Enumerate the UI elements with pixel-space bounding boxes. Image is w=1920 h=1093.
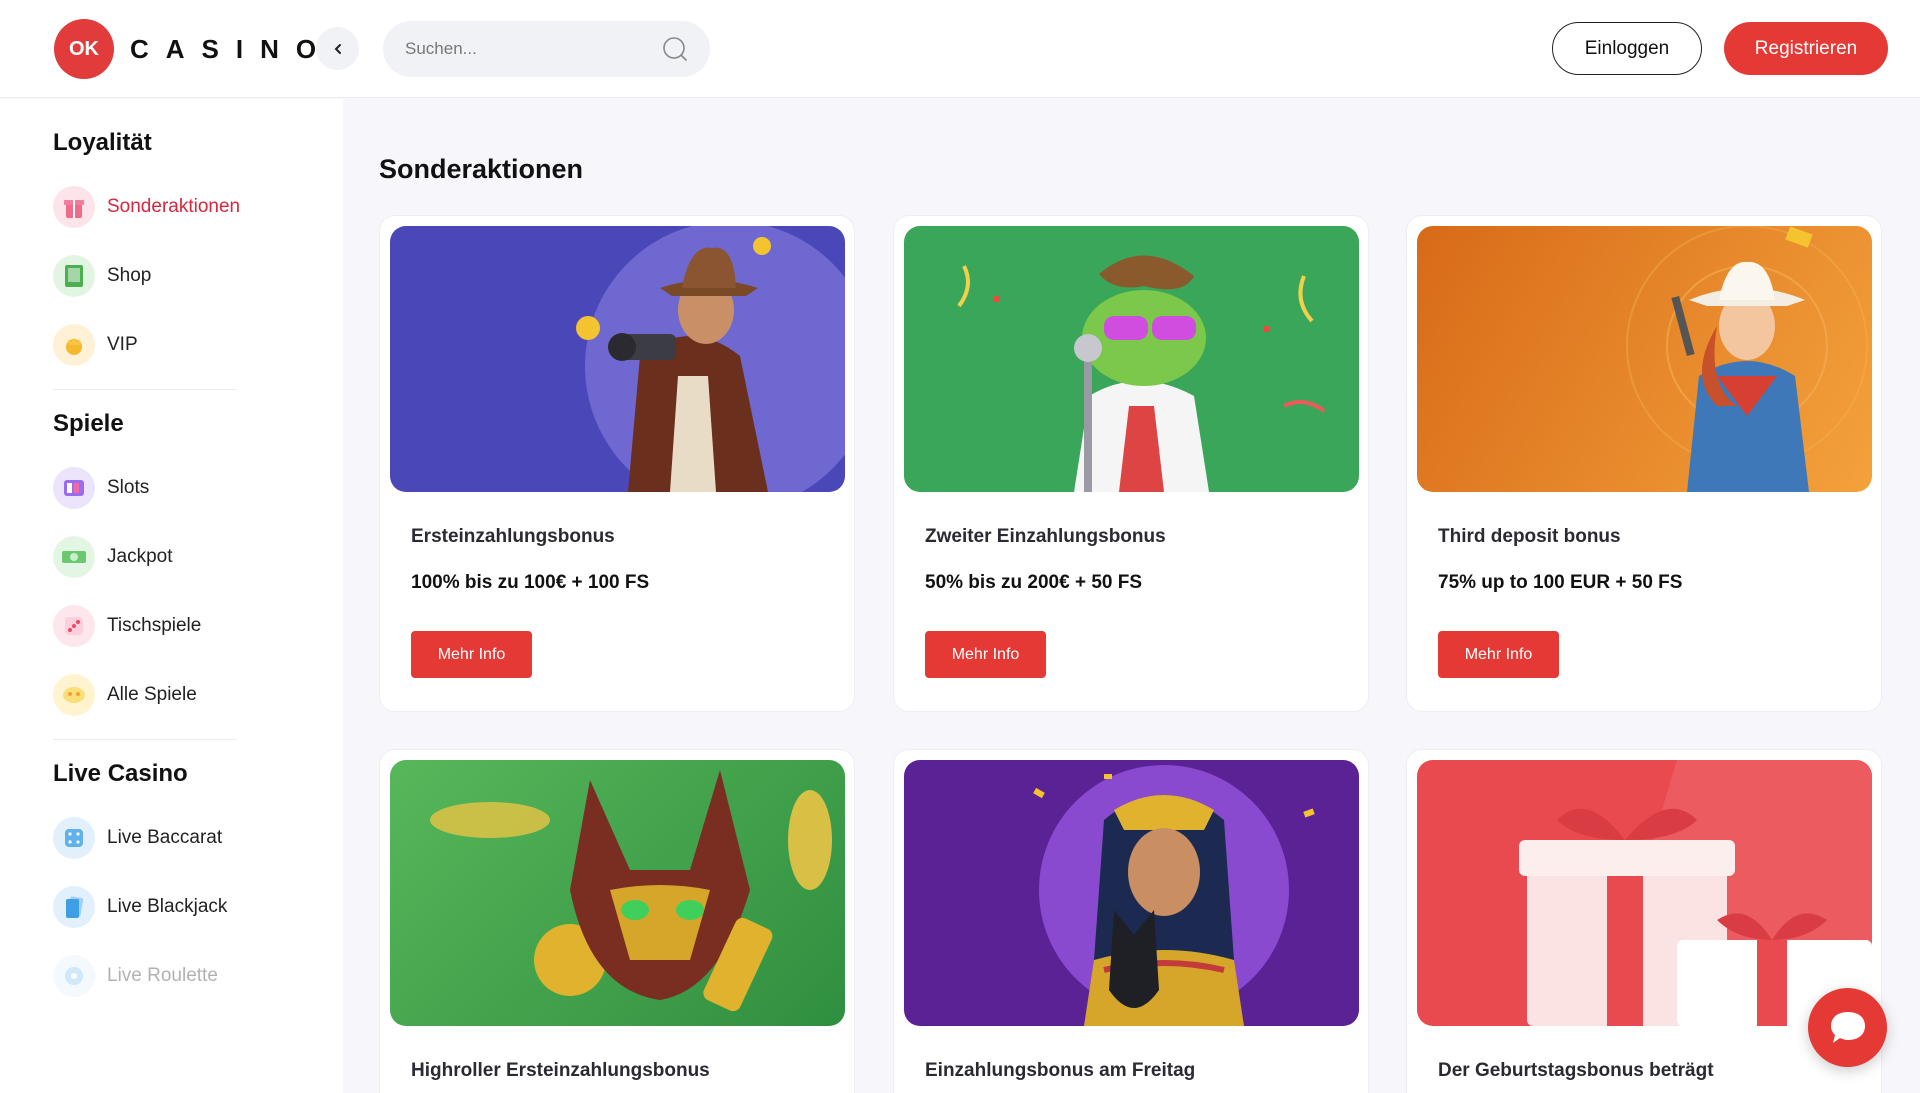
sidebar-item-shop[interactable]: Shop — [53, 254, 151, 298]
promo-image-frog[interactable] — [904, 226, 1359, 492]
roulette-icon — [53, 955, 95, 997]
sidebar-item-label: VIP — [107, 334, 138, 355]
chat-bubble-icon — [1830, 1011, 1865, 1043]
more-info-button[interactable]: Mehr Info — [925, 631, 1046, 678]
sidebar: Loyalität Sonderaktionen Shop VIP Spiele… — [0, 99, 343, 1093]
promo-image-gift-boxes[interactable] — [1417, 760, 1872, 1026]
promo-offer: 50% bis zu 200€ + 50 FS — [925, 572, 1143, 593]
promo-card: Zweiter Einzahlungsbonus 50% bis zu 200€… — [893, 215, 1369, 712]
gift-icon — [53, 186, 95, 228]
register-button[interactable]: Registrieren — [1724, 22, 1888, 75]
dice-icon — [53, 605, 95, 647]
sidebar-item-label: Live Blackjack — [107, 896, 228, 917]
sidebar-item-label: Tischspiele — [107, 615, 202, 636]
page-title: Sonderaktionen — [379, 154, 584, 184]
logo-mark: OK — [54, 19, 114, 79]
search-box[interactable] — [383, 21, 710, 77]
sidebar-item-label: Alle Spiele — [107, 684, 197, 705]
promo-offer: 75% up to 100 EUR + 50 FS — [1438, 572, 1683, 593]
slots-icon — [53, 467, 95, 509]
jackpot-icon — [53, 536, 95, 578]
live-chat-button[interactable] — [1808, 988, 1887, 1067]
sidebar-item-label: Jackpot — [107, 546, 173, 567]
promo-image-egyptian-cat[interactable] — [390, 760, 845, 1026]
sidebar-section-title: Live Casino — [53, 760, 188, 787]
promo-title: Highroller Ersteinzahlungsbonus — [411, 1060, 710, 1081]
promo-title: Einzahlungsbonus am Freitag — [925, 1060, 1196, 1081]
sidebar-item-live-baccarat[interactable]: Live Baccarat — [53, 816, 222, 860]
sidebar-item-alle-spiele[interactable]: Alle Spiele — [53, 673, 197, 717]
search-input[interactable] — [405, 39, 662, 59]
sidebar-item-label: Live Roulette — [107, 965, 218, 986]
sidebar-item-label: Slots — [107, 477, 150, 498]
promo-image-cowgirl[interactable] — [1417, 226, 1872, 492]
all-games-icon — [53, 674, 95, 716]
promo-image-cowboy[interactable] — [390, 226, 845, 492]
more-info-button[interactable]: Mehr Info — [1438, 631, 1559, 678]
sidebar-divider — [53, 739, 237, 740]
promo-card: Third deposit bonus 75% up to 100 EUR + … — [1406, 215, 1882, 712]
sidebar-item-live-blackjack[interactable]: Live Blackjack — [53, 885, 227, 929]
logo[interactable]: OK CASINO — [54, 19, 333, 79]
logo-brand-text: CASINO — [130, 33, 334, 64]
sidebar-item-tischspiele[interactable]: Tischspiele — [53, 604, 201, 648]
promo-title: Third deposit bonus — [1438, 526, 1621, 547]
promo-offer: 100% bis zu 100€ + 100 FS — [411, 572, 650, 593]
search-icon[interactable] — [662, 36, 688, 62]
top-header: OK CASINO Einloggen Registrieren — [0, 0, 1920, 98]
promo-title: Ersteinzahlungsbonus — [411, 526, 615, 547]
promo-card: Highroller Ersteinzahlungsbonus — [379, 749, 855, 1093]
sidebar-divider — [53, 389, 237, 390]
sidebar-item-jackpot[interactable]: Jackpot — [53, 535, 172, 579]
sidebar-fade-overlay — [0, 1029, 343, 1093]
promo-title: Der Geburtstagsbonus beträgt — [1438, 1060, 1714, 1081]
shop-icon — [53, 255, 95, 297]
cards-icon — [53, 886, 95, 928]
sidebar-item-slots[interactable]: Slots — [53, 466, 149, 510]
baccarat-icon — [53, 817, 95, 859]
crown-icon — [53, 324, 95, 366]
promo-title: Zweiter Einzahlungsbonus — [925, 526, 1166, 547]
sidebar-item-label: Sonderaktionen — [107, 196, 241, 217]
promo-card: Einzahlungsbonus am Freitag — [893, 749, 1369, 1093]
sidebar-section-title: Loyalität — [53, 129, 152, 156]
promo-image-cleopatra[interactable] — [904, 760, 1359, 1026]
sidebar-item-sonderaktionen[interactable]: Sonderaktionen — [53, 185, 240, 229]
login-button[interactable]: Einloggen — [1552, 22, 1702, 75]
sidebar-item-label: Shop — [107, 265, 152, 286]
sidebar-item-vip[interactable]: VIP — [53, 323, 138, 367]
more-info-button[interactable]: Mehr Info — [411, 631, 532, 678]
sidebar-collapse-button[interactable] — [316, 27, 359, 70]
sidebar-section-title: Spiele — [53, 410, 124, 437]
promo-card: Ersteinzahlungsbonus 100% bis zu 100€ + … — [379, 215, 855, 712]
chevron-left-icon — [334, 43, 341, 54]
sidebar-item-live-roulette[interactable]: Live Roulette — [53, 954, 218, 998]
sidebar-item-label: Live Baccarat — [107, 827, 223, 848]
